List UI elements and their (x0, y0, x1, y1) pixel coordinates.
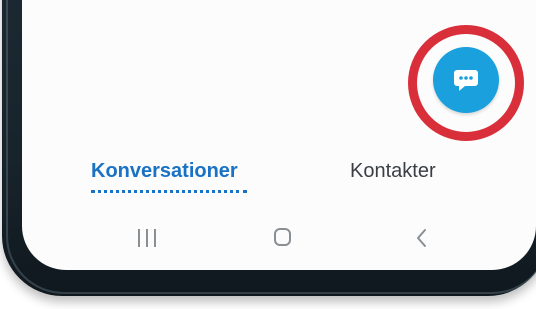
back-icon[interactable] (414, 227, 428, 249)
home-icon[interactable] (274, 228, 291, 246)
tab-konversationer[interactable]: Konversationer (91, 160, 238, 183)
new-message-button[interactable] (433, 47, 499, 113)
screen-content: Konversationer Kontakter (22, 0, 536, 270)
recent-apps-icon[interactable] (138, 229, 156, 247)
active-tab-indicator (91, 190, 247, 193)
phone-screen: Konversationer Kontakter (22, 0, 536, 270)
tab-kontakter[interactable]: Kontakter (350, 160, 436, 183)
chat-bubble-icon (453, 68, 479, 92)
photo-scene: Konversationer Kontakter (0, 0, 536, 309)
